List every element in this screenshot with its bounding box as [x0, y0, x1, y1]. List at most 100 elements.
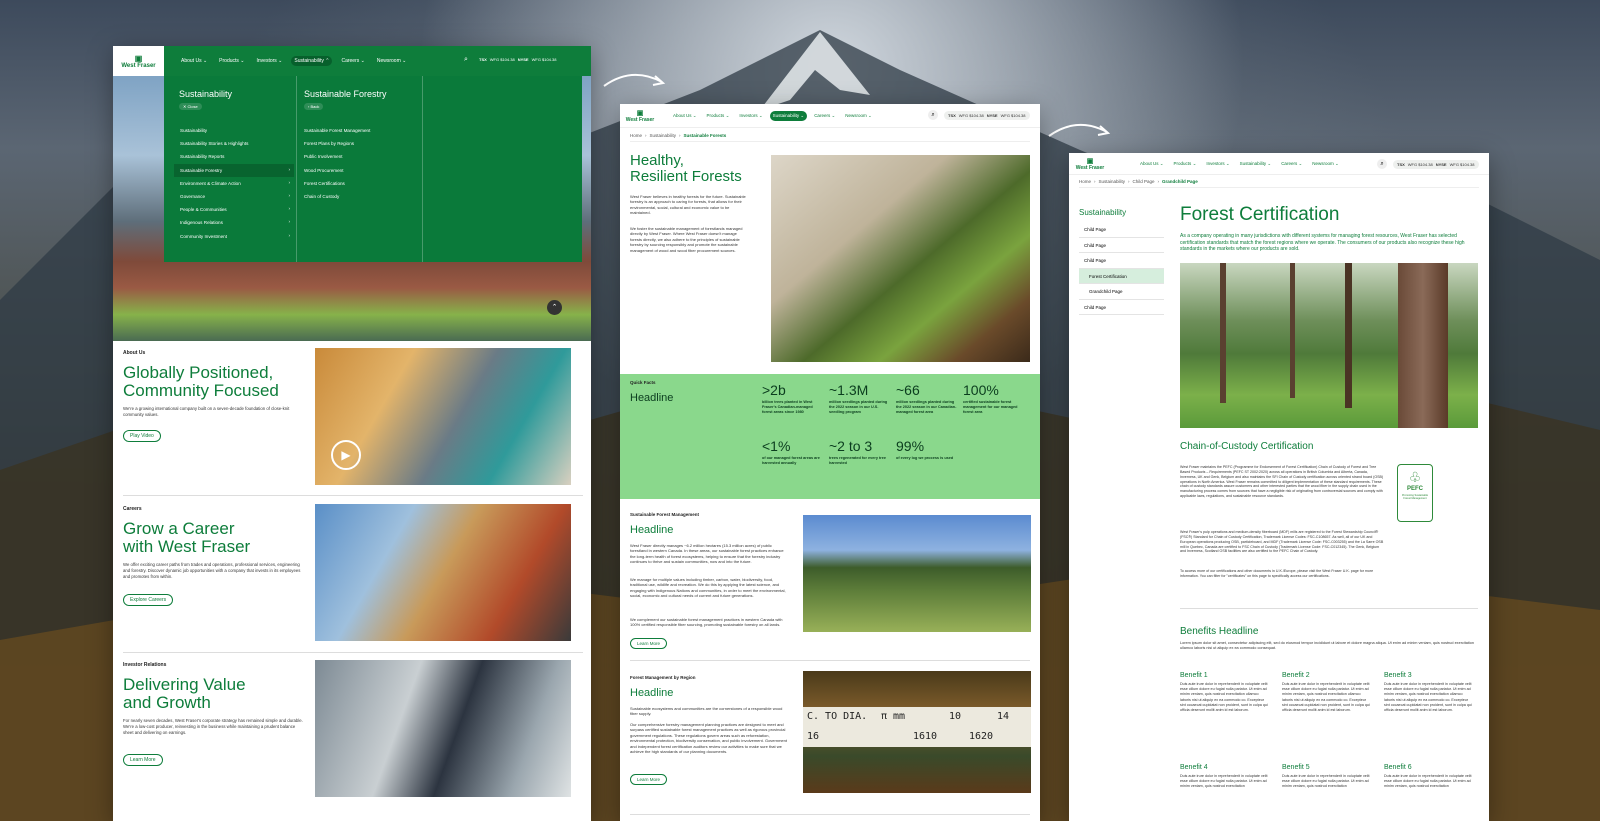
menu-item[interactable]: Indigenous Relations › [174, 216, 294, 229]
menu-col1-list: Sustainability Sustainability Stories & H… [174, 124, 294, 243]
nav-products[interactable]: Products ⌄ [216, 56, 247, 66]
back-button[interactable]: ‹ Back [304, 103, 324, 110]
sidebar-item[interactable]: Child Page [1079, 253, 1164, 269]
careers-image [315, 504, 571, 641]
logo[interactable]: ▣ West Fraser [1069, 157, 1111, 171]
menu-item[interactable]: Forest Plans by Regions [304, 137, 419, 150]
nav-investors[interactable]: Investors ⌄ [736, 111, 765, 121]
sidebar-title: Sustainability [1079, 208, 1127, 217]
menu-item[interactable]: Governance › [174, 190, 294, 203]
menu-col1-title: Sustainability [179, 89, 233, 99]
sidebar-item-label: Child Page [1084, 242, 1107, 248]
nav-about[interactable]: About Us ⌄ [1137, 159, 1167, 169]
chevron-right-icon: › [288, 232, 290, 238]
benefit-item: Benefit 2 Duis aute irure dolor in repreh… [1282, 672, 1372, 713]
benefit-title: Benefit 5 [1282, 764, 1310, 771]
main-nav: About Us ⌄ Products ⌄ Investors ⌄ Sustai… [1137, 159, 1342, 169]
benefit-item: Benefit 3 Duis aute irure dolor in repreh… [1384, 672, 1474, 713]
nav-careers[interactable]: Careers ⌄ [338, 56, 367, 66]
sidebar-item-label: Child Page [1084, 227, 1107, 232]
search-icon[interactable]: ⌕ [928, 110, 938, 120]
menu-item[interactable]: Wood Procurement [304, 164, 419, 177]
play-video-button[interactable]: Play Video [123, 430, 161, 442]
breadcrumb-separator-icon: › [679, 133, 681, 138]
breadcrumb-separator-icon: › [1128, 179, 1130, 184]
breadcrumb-separator-icon: › [1157, 179, 1160, 184]
chevron-right-icon: › [288, 179, 290, 185]
menu-item-label: Public Involvement [304, 154, 343, 160]
sidebar-item-label: Forest Certification [1089, 273, 1127, 279]
breadcrumb-item[interactable]: Grandchild Page [1162, 179, 1198, 184]
benefit-text: Duis aute irure dolor in reprehenderit i… [1384, 682, 1472, 712]
fact-description: million seedlings planted during the 202… [829, 400, 888, 414]
nav-newsroom[interactable]: Newsroom ⌄ [374, 56, 410, 66]
close-button[interactable]: ✕ Close [179, 103, 202, 110]
breadcrumb-item[interactable]: Sustainability [1099, 179, 1126, 184]
about-section: About Us Globally Positioned, Community F… [123, 348, 583, 488]
nav-sustainability[interactable]: Sustainability ⌃ [291, 56, 333, 66]
scroll-up-button[interactable]: ⌃ [547, 300, 562, 315]
sidebar-item[interactable]: Child Page [1079, 300, 1164, 315]
explore-careers-button[interactable]: Explore Careers [123, 594, 174, 606]
menu-item[interactable]: Sustainable Forest Management [304, 124, 419, 137]
nav-newsroom[interactable]: Newsroom ⌄ [842, 111, 875, 121]
menu-item[interactable]: Environment & Climate Action › [174, 177, 294, 190]
menu-item[interactable]: Sustainability Reports [174, 150, 294, 163]
breadcrumb: Home › Sustainability › Child Page › Grandchil… [1079, 179, 1198, 184]
nav-newsroom[interactable]: Newsroom ⌄ [1309, 159, 1342, 169]
menu-item[interactable]: Community Investment › [174, 230, 294, 243]
worker-image: ▶ [315, 348, 571, 485]
nav-products[interactable]: Products ⌄ [1171, 159, 1200, 169]
forest-certification-mockup: ▣ West Fraser About Us ⌄ Products ⌄ Inves… [1069, 153, 1489, 821]
nav-about[interactable]: About Us ⌄ [178, 56, 210, 66]
breadcrumb-item[interactable]: Child Page [1133, 179, 1155, 184]
seedlings-image [771, 155, 1030, 362]
menu-item[interactable]: Sustainability [174, 124, 294, 137]
menu-item[interactable]: Chain of Custody [304, 190, 419, 203]
breadcrumb-item[interactable]: Sustainability [650, 133, 677, 138]
sidebar-item[interactable]: Forest Certification [1079, 268, 1164, 284]
search-icon[interactable]: ⌕ [1377, 159, 1387, 169]
careers-section: Careers Grow a Career with West Fraser We… [123, 504, 583, 644]
benefit-item: Benefit 5 Duis aute irure dolor in repreh… [1282, 764, 1372, 790]
nav-about[interactable]: About Us ⌄ [670, 111, 700, 121]
benefit-item: Benefit 4 Duis aute irure dolor in repreh… [1180, 764, 1270, 790]
learn-more-button[interactable]: Learn More [630, 638, 668, 649]
menu-col2-list: Sustainable Forest Management Forest Plan… [304, 124, 419, 203]
nav-sustainability[interactable]: Sustainability ⌄ [1237, 159, 1275, 169]
breadcrumb-item[interactable]: Sustainable Forests [684, 133, 727, 138]
breadcrumb-item[interactable]: Home [630, 133, 642, 138]
nav-investors[interactable]: Investors ⌄ [1203, 159, 1232, 169]
breadcrumb-separator-icon: › [645, 133, 647, 138]
menu-item[interactable]: People & Communities › [174, 203, 294, 216]
nav-sustainability[interactable]: Sustainability ⌄ [769, 110, 808, 121]
menu-item-label: Chain of Custody [304, 193, 340, 199]
learn-more-button[interactable]: Learn More [630, 774, 668, 785]
sidebar-item[interactable]: Child Page [1079, 238, 1164, 253]
menu-item[interactable]: Sustainability Stories & Highlights [174, 137, 294, 150]
breadcrumb-item[interactable]: Home [1079, 179, 1091, 184]
play-icon[interactable]: ▶ [331, 440, 361, 470]
menu-item-label: Indigenous Relations [180, 220, 223, 226]
menu-item[interactable]: Forest Certifications [304, 177, 419, 190]
benefit-text: Duis aute irure dolor in reprehenderit i… [1282, 682, 1370, 712]
nav-careers[interactable]: Careers ⌄ [1278, 159, 1305, 169]
menu-item[interactable]: Public Involvement [304, 150, 419, 163]
fact-item: 100% certified sustainable forest managem… [963, 382, 1025, 415]
breadcrumb-separator-icon: › [1094, 179, 1096, 184]
sustainable-forests-mockup: ▣ West Fraser About Us ⌄ Products ⌄ Inves… [620, 104, 1040, 821]
sidebar-item[interactable]: Grandchild Page [1079, 284, 1164, 300]
nav-investors[interactable]: Investors ⌄ [254, 56, 286, 66]
nav-products[interactable]: Products ⌄ [704, 111, 733, 121]
logo[interactable]: ▣ West Fraser [113, 46, 164, 76]
learn-more-button[interactable]: Learn More [123, 754, 163, 766]
forest-field-image [803, 515, 1031, 632]
menu-item[interactable]: Sustainable Forestry › [174, 163, 294, 177]
sidebar-item[interactable]: Child Page [1079, 222, 1164, 238]
fact-description: billion trees planted in West Fraser's C… [762, 400, 813, 414]
search-icon[interactable]: ⌕ [464, 56, 468, 64]
logo[interactable]: ▣ West Fraser [620, 109, 660, 123]
benefit-text: Duis aute irure dolor in reprehenderit i… [1180, 774, 1268, 789]
flow-arrow-1 [603, 73, 666, 87]
nav-careers[interactable]: Careers ⌄ [811, 111, 838, 121]
